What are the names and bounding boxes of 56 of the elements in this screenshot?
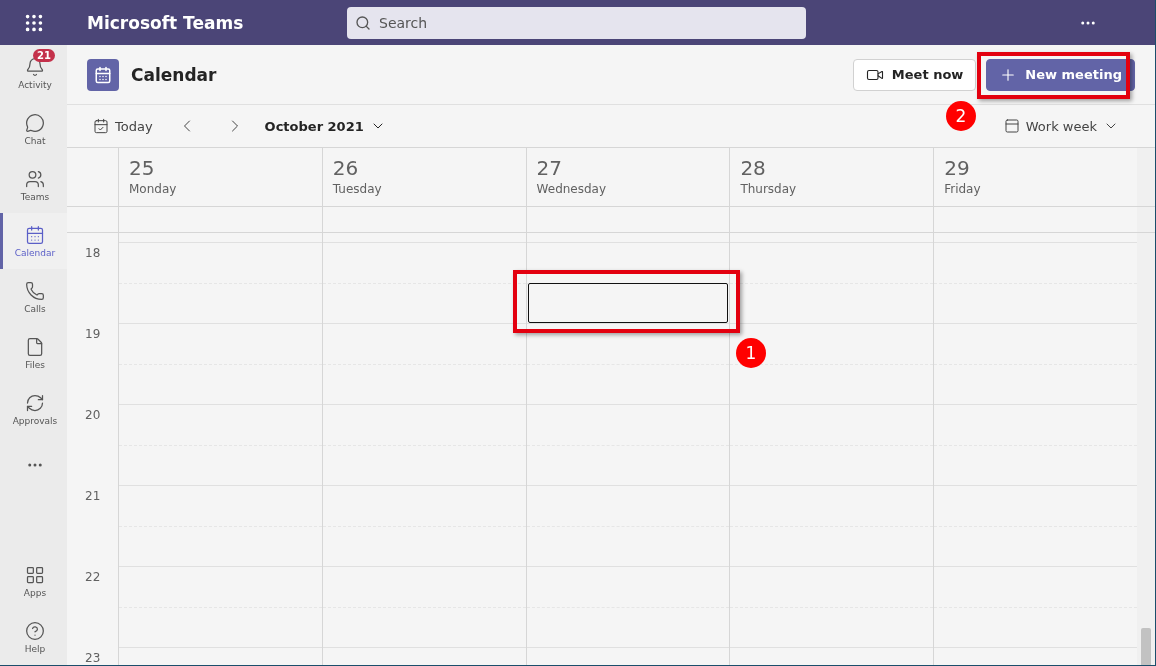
sidebar-icon (25, 392, 45, 413)
view-selector[interactable]: Work week (1003, 118, 1119, 134)
step-number: 2 (946, 101, 976, 131)
calendar-icon (93, 118, 109, 134)
calendar-app-icon (87, 58, 119, 91)
new-meeting-button[interactable]: New meeting (986, 58, 1135, 91)
weekday-label: Tuesday (332, 182, 383, 196)
step-number: 1 (736, 338, 766, 368)
today-button[interactable]: Today (93, 118, 153, 134)
search-icon (355, 14, 371, 31)
month-picker[interactable]: October 2021 (254, 118, 386, 134)
hour-label: 21 (84, 488, 102, 505)
sidebar-item[interactable]: Chat (0, 101, 67, 157)
day-number: 29 (944, 156, 971, 180)
sidebar-icon (25, 112, 45, 133)
all-day-cell[interactable] (321, 206, 526, 232)
sidebar-icon (25, 564, 45, 585)
weekday-label: Thursday (740, 182, 798, 196)
search-field[interactable]: Search (347, 6, 806, 39)
hour-label: 20 (84, 407, 102, 424)
sidebar-item[interactable]: Calendar (0, 213, 67, 269)
page-title: Calendar (131, 64, 217, 85)
sidebar-item[interactable]: Help (0, 609, 67, 665)
day-number: 27 (536, 156, 564, 180)
day-number: 25 (129, 156, 156, 180)
sidebar-item[interactable]: Calls (0, 269, 67, 325)
sidebar-icon (25, 280, 45, 301)
view-icon (1003, 118, 1020, 134)
sidebar-item[interactable]: Apps (0, 553, 67, 609)
search-input[interactable]: Search (377, 13, 798, 32)
hour-label: 23 (84, 650, 102, 665)
weekday-label: Friday (944, 182, 982, 196)
sidebar-icon (25, 336, 45, 357)
hour-label: 18 (84, 245, 102, 262)
sidebar-item[interactable]: Files (0, 325, 67, 381)
notification-badge: 21 (33, 49, 55, 62)
meet-now-button[interactable]: Meet now (852, 58, 977, 91)
all-day-cell[interactable] (525, 206, 730, 232)
selected-time-slot[interactable] (527, 283, 729, 323)
day-number: 28 (740, 156, 767, 180)
hour-label: 22 (84, 569, 102, 586)
app-title: Microsoft Teams (86, 12, 245, 33)
all-day-cell[interactable] (118, 206, 322, 232)
sidebar-item[interactable]: Teams (0, 157, 67, 213)
weekday-label: Wednesday (536, 182, 608, 196)
sidebar-item[interactable]: Approvals (0, 381, 67, 437)
hour-label: 19 (84, 326, 102, 343)
sidebar-item[interactable]: Activity 21 (0, 45, 67, 101)
day-number: 26 (332, 156, 360, 180)
all-day-cell[interactable] (933, 206, 1137, 232)
day-column[interactable] (525, 233, 730, 665)
sidebar-icon (25, 168, 45, 189)
sidebar-icon (25, 620, 45, 641)
all-day-cell[interactable] (729, 206, 934, 232)
sidebar-icon (25, 224, 45, 245)
weekday-label: Monday (129, 182, 178, 196)
